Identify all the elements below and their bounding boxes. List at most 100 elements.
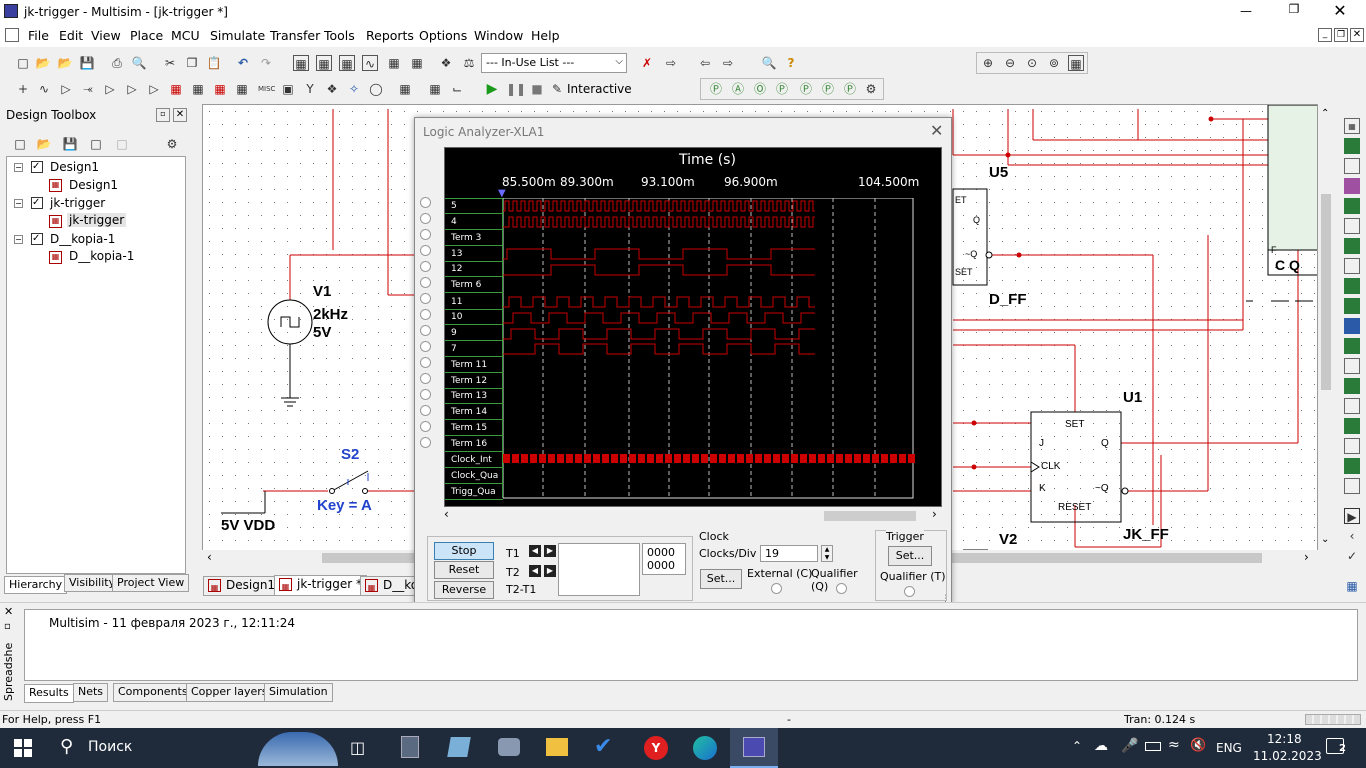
transfer-icon[interactable]: ⇨ xyxy=(663,55,679,71)
channel-radio[interactable] xyxy=(420,309,431,320)
diff-probe-icon[interactable]: Ⓟ xyxy=(774,81,790,97)
instrument-icon[interactable] xyxy=(1344,438,1360,454)
tab-components[interactable]: Components xyxy=(113,683,193,702)
tab-results[interactable]: Results xyxy=(24,684,74,703)
print-icon[interactable]: ⎙ xyxy=(109,55,125,71)
zoom-out-icon[interactable]: ⊖ xyxy=(1002,55,1018,71)
tree-jk-trigger[interactable]: jk-trigger xyxy=(50,196,105,210)
clocks-div-input[interactable]: 19 xyxy=(760,545,818,562)
instrument-icon[interactable] xyxy=(1344,378,1360,394)
toolbox-properties-icon[interactable]: ⚙ xyxy=(164,136,180,152)
tree-expander-icon[interactable]: − xyxy=(14,163,23,172)
scroll-right-icon[interactable]: › xyxy=(1304,550,1309,564)
channel-radio[interactable] xyxy=(420,245,431,256)
open-sample-icon[interactable]: 📂 xyxy=(57,55,73,71)
source-icon[interactable]: + xyxy=(15,81,31,97)
tray-date[interactable]: 11.02.2023 xyxy=(1253,749,1322,763)
vscroll-thumb[interactable] xyxy=(1321,194,1331,390)
sheet-tab-d-kopia[interactable]: ▦ D__ko xyxy=(360,576,418,596)
tray-time[interactable]: 12:18 xyxy=(1267,732,1302,746)
battery-icon[interactable] xyxy=(1145,742,1161,751)
cut-icon[interactable]: ✂ xyxy=(162,55,178,71)
toolbox-open-icon[interactable]: 📂 xyxy=(36,136,52,152)
find-icon[interactable]: 🔍 xyxy=(761,55,777,71)
save-icon[interactable]: 💾 xyxy=(79,55,95,71)
instrument-icon[interactable]: ‹ xyxy=(1344,528,1360,544)
calculator-icon[interactable] xyxy=(401,736,419,758)
power-probe-icon[interactable]: Ⓞ xyxy=(752,81,768,97)
instrument-icon[interactable]: ▦ xyxy=(1344,578,1360,594)
tab-copper-layers[interactable]: Copper layers xyxy=(186,683,273,702)
yandex-browser-icon[interactable]: Y xyxy=(644,736,668,760)
component-wizard-icon[interactable]: ▦ xyxy=(409,55,425,71)
paste-icon[interactable]: 📋 xyxy=(206,55,222,71)
channel-radio[interactable] xyxy=(420,389,431,400)
run-icon[interactable]: ▶ xyxy=(484,81,500,97)
digital-probe-icon[interactable]: Ⓟ xyxy=(820,81,836,97)
close-icon[interactable]: ✕ xyxy=(1330,1,1350,20)
channel-radio[interactable] xyxy=(420,437,431,448)
reverse-button[interactable]: Reverse xyxy=(434,581,494,599)
tree-d-kopia[interactable]: D__kopia-1 xyxy=(50,232,115,246)
la-close-icon[interactable]: ✕ xyxy=(930,121,943,140)
channel-radio[interactable] xyxy=(420,421,431,432)
toolbox-delete-icon[interactable]: □ xyxy=(114,136,130,152)
menu-place[interactable]: Place xyxy=(130,28,163,43)
stop-icon[interactable]: ■ xyxy=(529,81,545,97)
copy-icon[interactable]: ❐ xyxy=(184,55,200,71)
toolbox-new-sub-icon[interactable]: □ xyxy=(88,136,104,152)
grapher-icon[interactable]: ∿ xyxy=(362,55,378,71)
forward-annotate-icon[interactable]: ⇨ xyxy=(720,55,736,71)
transistor-icon[interactable]: ⤛ xyxy=(80,81,96,97)
misc-icon[interactable]: MISC xyxy=(258,81,275,97)
tree-design1-sheet[interactable]: Design1 xyxy=(69,178,118,192)
toolbox-save-icon[interactable]: 💾 xyxy=(62,136,78,152)
electromechanical-icon[interactable]: ❖ xyxy=(324,81,340,97)
stop-button[interactable]: Stop xyxy=(434,542,494,560)
external-radio[interactable] xyxy=(771,583,782,594)
hierarchical-icon[interactable]: ▦ xyxy=(397,81,413,97)
spreadsheet-icon[interactable]: ▦ xyxy=(339,55,355,71)
tree-checkbox-icon[interactable]: ✓ xyxy=(31,161,43,173)
instrument-icon[interactable] xyxy=(1344,318,1360,334)
diode-icon[interactable]: ▷ xyxy=(58,81,74,97)
menu-mcu[interactable]: MCU xyxy=(171,28,200,43)
instrument-icon[interactable] xyxy=(1344,198,1360,214)
menu-file[interactable]: File xyxy=(28,28,49,43)
cloud-icon[interactable]: ☁ xyxy=(1094,738,1108,754)
file-explorer-icon[interactable] xyxy=(546,738,568,756)
instrument-icon[interactable] xyxy=(1344,278,1360,294)
t2-left-arrow-icon[interactable]: ◀ xyxy=(529,565,541,577)
toggle-fullscreen-icon[interactable]: ▦ xyxy=(293,55,309,71)
scroll-up-icon[interactable]: ⌃ xyxy=(1321,108,1329,119)
wifi-icon[interactable]: ≈ xyxy=(1168,737,1180,753)
instrument-icon[interactable] xyxy=(1344,258,1360,274)
tree-jk-trigger-sheet[interactable]: jk-trigger xyxy=(67,213,127,227)
help-icon[interactable]: ? xyxy=(783,55,799,71)
instrument-icon[interactable]: ▦ xyxy=(1344,118,1360,134)
toolbox-new-icon[interactable]: □ xyxy=(12,136,28,152)
pause-icon[interactable]: ❚❚ xyxy=(506,81,526,97)
mcu-icon[interactable]: ▦ xyxy=(168,81,184,97)
tree-expander-icon[interactable]: − xyxy=(14,199,23,208)
instrument-icon[interactable] xyxy=(1344,178,1360,194)
clocks-div-stepper[interactable]: ▲ ▼ xyxy=(821,545,833,562)
multisim-taskbar-button[interactable] xyxy=(730,728,778,768)
minimize-icon[interactable]: — xyxy=(1236,4,1256,18)
mixed-icon[interactable]: ▦ xyxy=(190,81,206,97)
t1-right-arrow-icon[interactable]: ▶ xyxy=(544,545,556,557)
wire-icon[interactable]: ⌙ xyxy=(449,81,465,97)
clock-set-button[interactable]: Set... xyxy=(700,569,742,589)
sheet-tab-jk-trigger[interactable]: ▦ jk-trigger * xyxy=(274,575,367,596)
sheet-tab-design1[interactable]: ▦ Design1 xyxy=(203,576,281,596)
tab-nets[interactable]: Nets xyxy=(73,683,109,702)
scroll-down-icon[interactable]: ⌄ xyxy=(1321,534,1329,545)
mdi-close-icon[interactable]: ✕ xyxy=(1350,28,1364,42)
annotate-icon[interactable]: ⚖ xyxy=(461,55,477,71)
restore-icon[interactable]: ❐ xyxy=(1284,2,1304,18)
la-display[interactable]: Time (s) 85.500m 89.300m 93.100m 96.900m… xyxy=(444,147,942,507)
back-annotate-icon[interactable]: ⇦ xyxy=(697,55,713,71)
redo-icon[interactable]: ↷ xyxy=(258,55,274,71)
zoom-area-icon[interactable]: ⊙ xyxy=(1024,55,1040,71)
menu-simulate[interactable]: Simulate xyxy=(210,28,265,43)
